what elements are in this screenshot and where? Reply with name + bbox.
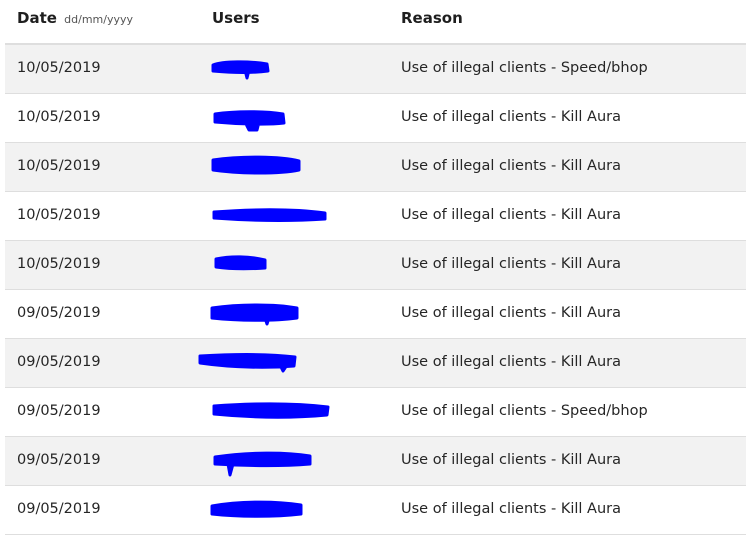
user-cell-redacted [195, 486, 345, 534]
date-cell: 10/05/2019 [17, 256, 101, 272]
table-row: 09/05/2019 Use of illegal clients - Kill … [5, 437, 746, 486]
user-cell-redacted [195, 437, 345, 485]
reason-cell: Use of illegal clients - Kill Aura [401, 207, 622, 223]
table-row: 10/05/2019 Use of illegal clients - Kill … [5, 94, 746, 143]
redaction-scribble [212, 208, 327, 222]
date-header-label: Date [17, 9, 57, 27]
reason-cell: Use of illegal clients - Speed/bhop [401, 403, 648, 419]
date-cell: 10/05/2019 [17, 60, 101, 76]
reason-cell: Use of illegal clients - Kill Aura [401, 109, 622, 125]
redaction-scribble [210, 500, 303, 518]
date-cell: 09/05/2019 [17, 354, 101, 370]
user-cell-redacted [195, 45, 345, 93]
redaction-scribble [211, 155, 301, 175]
table-row: 09/05/2019 Use of illegal clients - Kill … [5, 486, 746, 535]
date-cell: 10/05/2019 [17, 158, 101, 174]
table-row: 09/05/2019 Use of illegal clients - Kill … [5, 339, 746, 388]
user-cell-redacted [195, 388, 345, 436]
date-format-hint: dd/mm/yyyy [64, 13, 134, 26]
table-header: Date dd/mm/yyyy Users Reason [5, 0, 746, 45]
users-column-header: Users [212, 9, 260, 27]
date-cell: 10/05/2019 [17, 207, 101, 223]
table-row: 10/05/2019 Use of illegal clients - Kill … [5, 143, 746, 192]
redaction-scribble [212, 402, 330, 419]
reason-column-header: Reason [401, 9, 463, 27]
redaction-scribble [211, 60, 270, 80]
reason-cell: Use of illegal clients - Kill Aura [401, 501, 622, 517]
redaction-scribble [213, 451, 312, 477]
date-cell: 10/05/2019 [17, 109, 101, 125]
user-cell-redacted [195, 241, 345, 289]
table-row: 10/05/2019 Use of illegal clients - Kill … [5, 241, 746, 290]
user-cell-redacted [195, 339, 345, 387]
reason-cell: Use of illegal clients - Kill Aura [401, 256, 622, 272]
redaction-scribble [198, 353, 297, 373]
bans-table: Date dd/mm/yyyy Users Reason 10/05/2019 U… [5, 0, 746, 535]
user-cell-redacted [195, 94, 345, 142]
date-column-header: Date dd/mm/yyyy [17, 9, 133, 27]
reason-cell: Use of illegal clients - Kill Aura [401, 354, 622, 370]
redaction-scribble [213, 110, 286, 132]
date-cell: 09/05/2019 [17, 452, 101, 468]
user-cell-redacted [195, 192, 345, 240]
table-body: 10/05/2019 Use of illegal clients - Speed… [5, 45, 746, 535]
user-cell-redacted [195, 290, 345, 338]
table-row: 09/05/2019 Use of illegal clients - Kill … [5, 290, 746, 339]
date-cell: 09/05/2019 [17, 501, 101, 517]
redaction-scribble [210, 303, 299, 326]
reason-cell: Use of illegal clients - Speed/bhop [401, 60, 648, 76]
reason-cell: Use of illegal clients - Kill Aura [401, 452, 622, 468]
table-row: 10/05/2019 Use of illegal clients - Kill … [5, 192, 746, 241]
reason-cell: Use of illegal clients - Kill Aura [401, 158, 622, 174]
date-cell: 09/05/2019 [17, 305, 101, 321]
table-row: 09/05/2019 Use of illegal clients - Speed… [5, 388, 746, 437]
user-cell-redacted [195, 143, 345, 191]
table-row: 10/05/2019 Use of illegal clients - Speed… [5, 45, 746, 94]
date-cell: 09/05/2019 [17, 403, 101, 419]
reason-cell: Use of illegal clients - Kill Aura [401, 305, 622, 321]
redaction-scribble [214, 255, 267, 271]
